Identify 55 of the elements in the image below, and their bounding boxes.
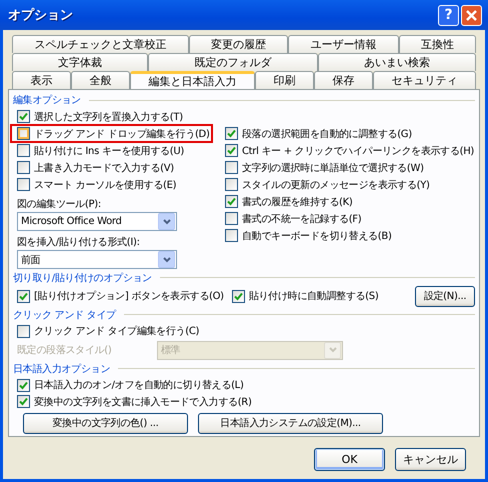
checkbox[interactable]: 貼り付けに Ins キーを使用する(U) [13, 142, 184, 160]
checkbox[interactable]: [貼り付けオプション] ボタンを表示する(O) [13, 288, 224, 305]
dropdown-label: 図の編集ツール(P): [16, 198, 102, 212]
checkbox[interactable]: 自動でキーボードを切り替える(B) [221, 227, 392, 244]
close-icon [465, 8, 478, 22]
checkbox[interactable]: 日本語入力のオン/オフを自動的に切り替える(L) [13, 377, 244, 394]
checkbox[interactable]: クリック アンド タイプ編集を行う(C) [13, 323, 200, 340]
dropdown[interactable]: Microsoft Office Word [17, 212, 177, 232]
checkbox[interactable]: 段落の選択範囲を自動的に調整する(G) [221, 125, 412, 142]
tab[interactable]: ユーザー情報 [288, 35, 398, 53]
checkbox[interactable]: Ctrl キー + クリックでハイパーリンクを表示する(H) [221, 142, 474, 160]
section-heading: 日本語入力オプション [13, 362, 110, 376]
checkbox[interactable]: 変換中の文字列を文書に挿入モードで入力する(R) [13, 394, 252, 410]
chevron-down-icon [162, 218, 170, 225]
tab[interactable]: 文字体裁 [12, 53, 148, 71]
tab[interactable]: 変更の履歴 [188, 35, 288, 53]
tab[interactable]: 既定のフォルダ [148, 53, 318, 71]
chevron-down-icon [328, 347, 336, 354]
tab[interactable]: 印刷 [255, 71, 314, 89]
tab[interactable]: 互換性 [398, 35, 476, 53]
checkbox[interactable]: スマート カーソルを使用する(E) [13, 176, 176, 194]
checkbox[interactable]: 書式の履歴を維持する(K) [221, 193, 352, 210]
checkbox[interactable]: 文字列の選択時に単語単位で選択する(W) [221, 159, 424, 176]
tab[interactable]: 表示 [12, 71, 71, 89]
help-button[interactable]: ? [438, 4, 459, 26]
tab[interactable]: あいまい検索 [318, 53, 476, 71]
checkmark-icon [19, 112, 28, 122]
cancel-button[interactable]: キャンセル [395, 448, 466, 471]
tab[interactable]: 全般 [71, 71, 130, 89]
section-heading: 編集オプション [13, 94, 81, 108]
checkbox[interactable]: 選択した文字列を置換入力する(T) [13, 108, 183, 126]
checkbox[interactable]: スタイルの更新のメッセージを表示する(Y) [221, 176, 430, 194]
dropdown-label: 既定の段落スタイル() [17, 344, 113, 358]
settings-button[interactable]: 変換中の文字列の色() ... [23, 412, 188, 434]
ok-button[interactable]: OK [314, 448, 385, 471]
dropdown-label: 図を挿入/貼り付ける形式(I): [16, 236, 141, 250]
checkbox[interactable]: 書式の不統一を記録する(F) [221, 210, 362, 228]
chevron-down-icon [162, 256, 170, 263]
settings-button[interactable]: 設定(N)... [415, 286, 475, 307]
checkmark-icon [19, 292, 28, 301]
checkbox[interactable]: 貼り付け時に自動調整する(S) [228, 288, 378, 305]
checkmark-icon [234, 292, 243, 301]
checkmark-icon [227, 197, 236, 206]
tab[interactable]: スペルチェックと文章校正 [12, 35, 188, 53]
highlighted-checkbox[interactable]: ドラッグ アンド ドロップ編集を行う(D) [11, 125, 212, 142]
tab[interactable]: 保存 [314, 71, 373, 89]
checkbox[interactable]: 上書き入力モードで入力する(V) [13, 159, 174, 176]
tab[interactable]: 編集と日本語入力 [130, 71, 255, 89]
dropdown[interactable]: 前面 [17, 250, 177, 270]
tab[interactable]: セキュリティ [373, 71, 476, 89]
close-button[interactable] [461, 4, 482, 26]
settings-button[interactable]: 日本語入力システムの設定(M)... [198, 412, 383, 434]
window-title: オプション [8, 6, 74, 24]
section-heading: クリック アンド タイプ [13, 308, 116, 322]
section-heading: 切り取り/貼り付けのオプション [13, 272, 152, 285]
